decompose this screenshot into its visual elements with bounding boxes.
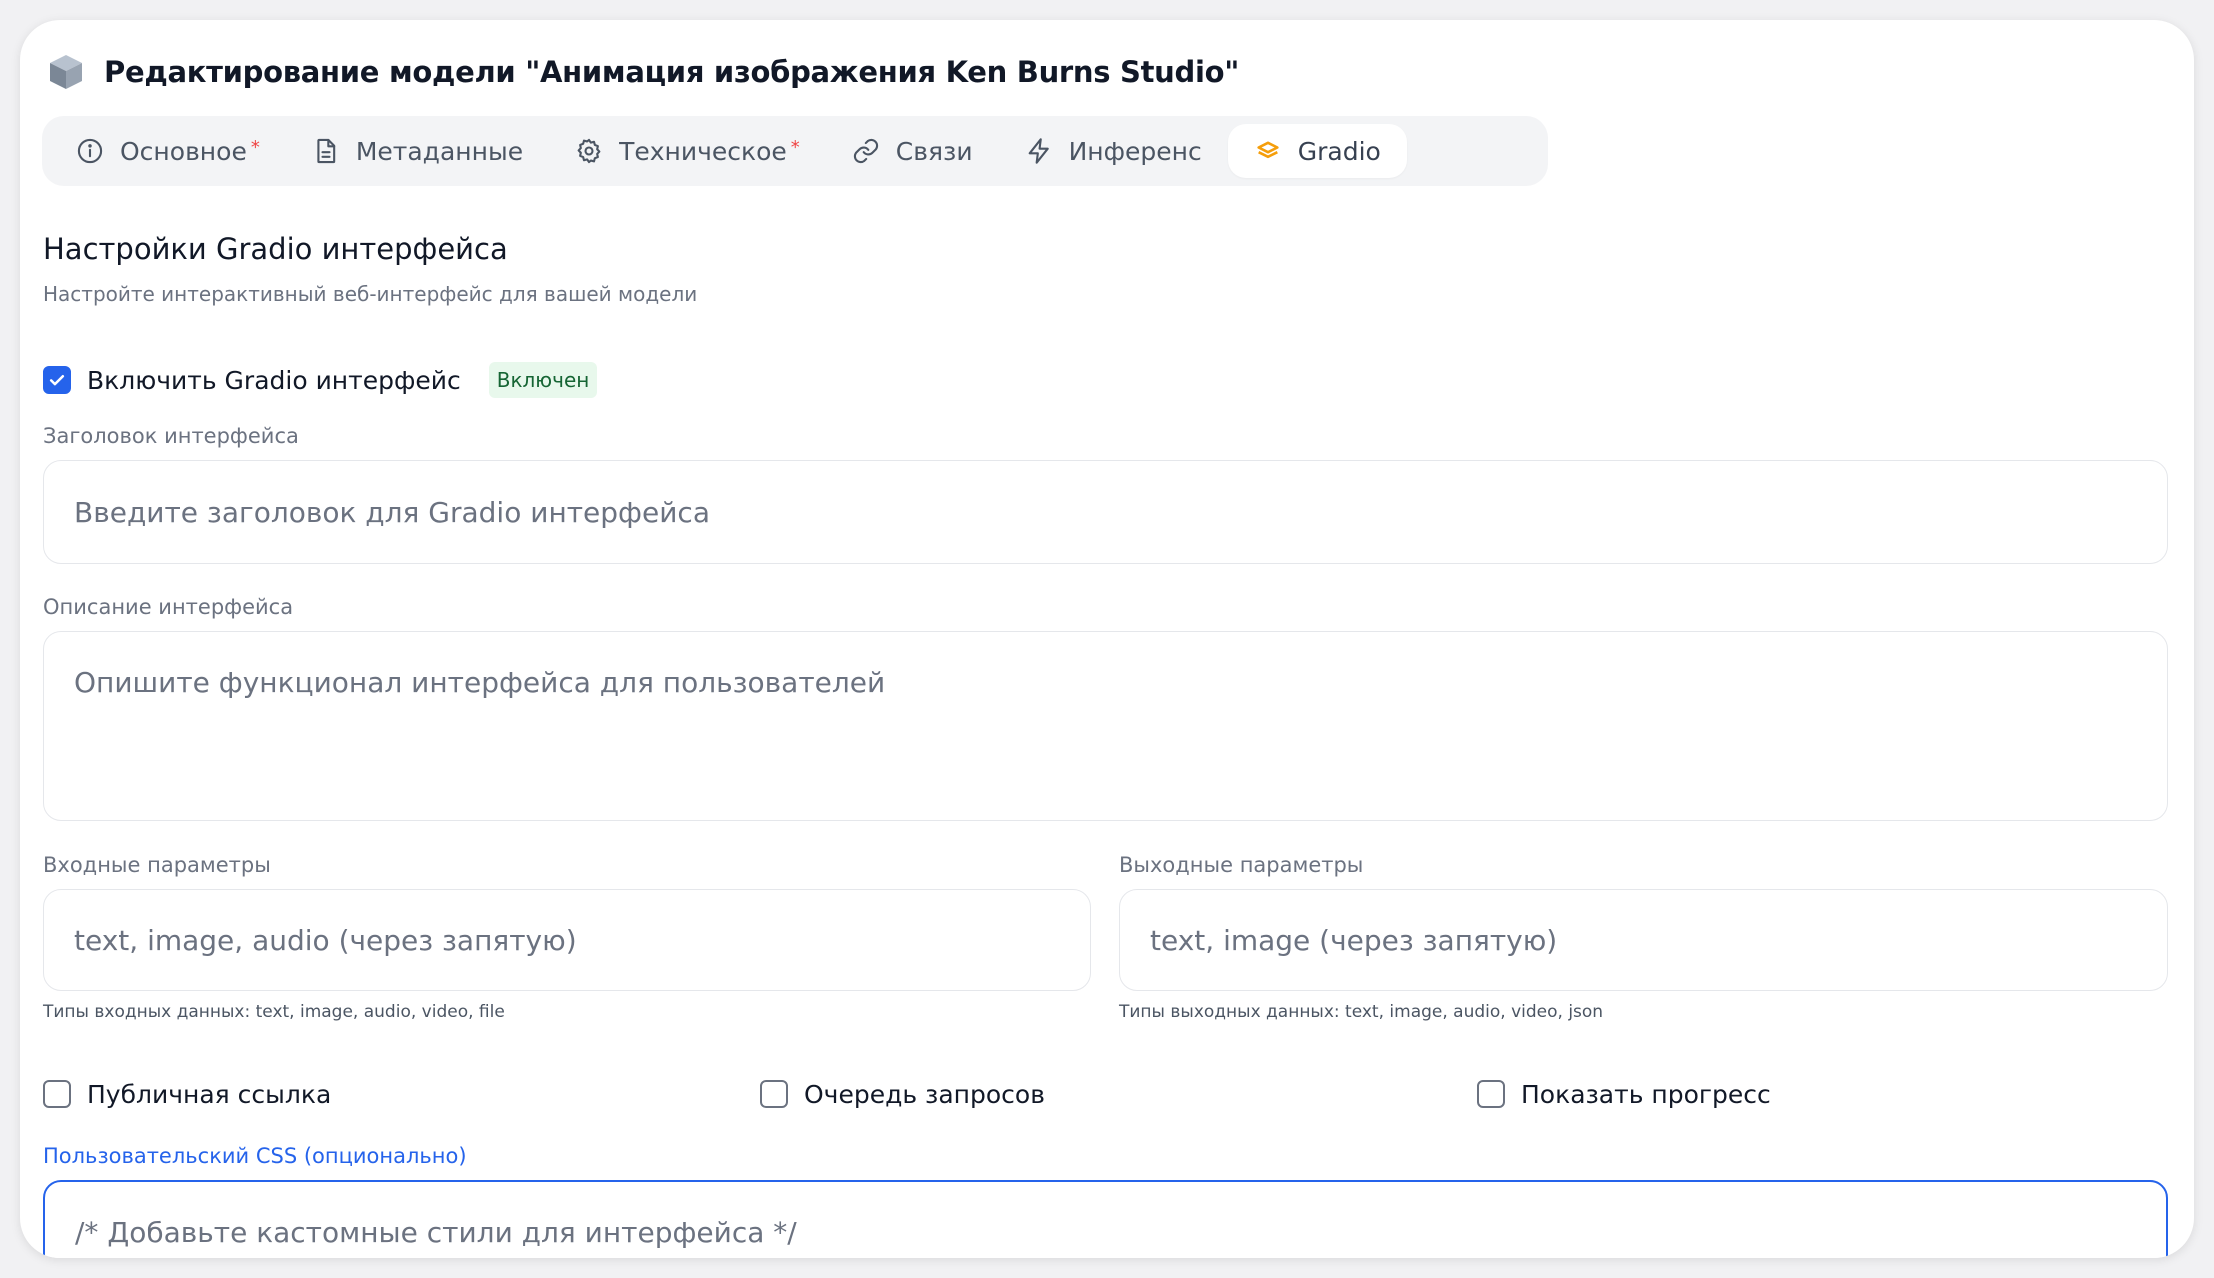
request-queue-option: Очередь запросов (760, 1074, 1045, 1114)
request-queue-label[interactable]: Очередь запросов (804, 1080, 1045, 1109)
tab-label: Инференс (1068, 136, 1202, 166)
show-progress-option: Показать прогресс (1477, 1074, 1771, 1114)
gear-icon (577, 138, 601, 164)
tab-technical[interactable]: Техническое * (549, 124, 826, 178)
status-badge: Включен (488, 362, 598, 398)
tab-label: Gradio (1297, 136, 1381, 166)
title-input[interactable]: Введите заголовок для Gradio интерфейса (43, 460, 2168, 564)
document-icon (317, 138, 336, 164)
description-placeholder: Опишите функционал интерфейса для пользо… (74, 666, 886, 699)
edit-model-dialog: Редактирование модели "Анимация изображе… (20, 20, 2194, 1258)
enable-gradio-row: Включить Gradio интерфейс Включен (43, 356, 598, 404)
required-marker: * (250, 136, 260, 158)
enable-gradio-label[interactable]: Включить Gradio интерфейс (87, 366, 461, 395)
inputs-hint: Типы входных данных: text, image, audio,… (43, 1002, 505, 1022)
tab-label: Связи (895, 136, 973, 166)
enable-gradio-checkbox[interactable] (43, 366, 71, 394)
cube-icon (46, 52, 86, 92)
tab-metadata[interactable]: Метаданные (286, 124, 549, 178)
tab-bar: Основное * Метаданные Техническое * Связ… (42, 116, 1548, 186)
description-textarea[interactable]: Опишите функционал интерфейса для пользо… (43, 631, 2168, 821)
public-link-label[interactable]: Публичная ссылка (87, 1080, 331, 1109)
required-marker: * (790, 136, 800, 158)
custom-css-placeholder: /* Добавьте кастомные стили для интерфей… (75, 1216, 797, 1249)
outputs-placeholder: text, image (через запятую) (1150, 923, 1558, 957)
inputs-field-label: Входные параметры (43, 853, 271, 877)
dialog-header: Редактирование модели "Анимация изображе… (46, 46, 1239, 98)
inputs-input[interactable]: text, image, audio (через запятую) (43, 889, 1091, 991)
tab-basic[interactable]: Основное * (50, 124, 286, 178)
title-input-placeholder: Введите заголовок для Gradio интерфейса (74, 495, 710, 529)
info-icon (77, 138, 103, 164)
tab-label: Основное (120, 136, 247, 166)
public-link-option: Публичная ссылка (43, 1074, 331, 1114)
public-link-checkbox[interactable] (43, 1080, 71, 1108)
tab-inference[interactable]: Инференс (999, 124, 1228, 178)
request-queue-checkbox[interactable] (760, 1080, 788, 1108)
tab-label: Метаданные (355, 136, 524, 166)
custom-css-field-label: Пользовательский CSS (опционально) (43, 1144, 467, 1168)
section-subtitle: Настройте интерактивный веб-интерфейс дл… (43, 282, 698, 306)
tab-label: Техническое (619, 136, 787, 166)
show-progress-label[interactable]: Показать прогресс (1521, 1080, 1771, 1109)
gradio-icon (1257, 141, 1279, 159)
tab-links[interactable]: Связи (826, 124, 999, 178)
outputs-input[interactable]: text, image (через запятую) (1119, 889, 2168, 991)
link-icon (853, 138, 878, 164)
outputs-hint: Типы выходных данных: text, image, audio… (1119, 1002, 1604, 1022)
checkmark-icon (49, 375, 65, 386)
outputs-field-label: Выходные параметры (1119, 853, 1364, 877)
tab-gradio[interactable]: Gradio (1227, 124, 1407, 178)
dialog-title: Редактирование модели "Анимация изображе… (104, 55, 1240, 89)
title-field-label: Заголовок интерфейса (43, 424, 299, 448)
show-progress-checkbox[interactable] (1477, 1080, 1505, 1108)
inputs-placeholder: text, image, audio (через запятую) (74, 923, 577, 957)
description-field-label: Описание интерфейса (43, 595, 294, 619)
lightning-icon (1028, 138, 1049, 164)
custom-css-textarea[interactable]: /* Добавьте кастомные стили для интерфей… (43, 1180, 2168, 1258)
section-title: Настройки Gradio интерфейса (43, 232, 508, 266)
